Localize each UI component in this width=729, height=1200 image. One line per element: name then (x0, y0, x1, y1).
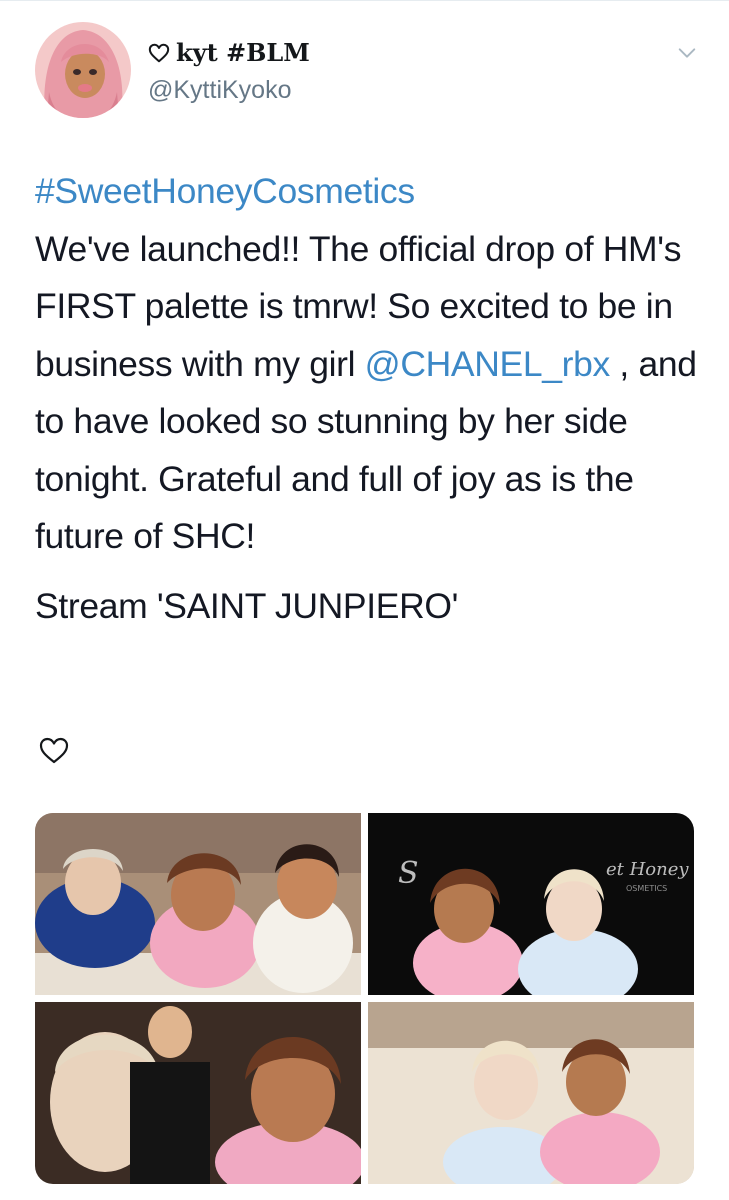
tweet-text: #SweetHoneyCosmetics We've launched!! Th… (35, 163, 705, 635)
media-photo-1[interactable] (35, 813, 361, 995)
author-name-row[interactable]: kyt #BLM (148, 38, 310, 67)
avatar[interactable] (35, 22, 131, 118)
media-photo-4[interactable] (368, 1002, 694, 1184)
stream-line: Stream 'SAINT JUNPIERO' (35, 585, 459, 626)
mention-link[interactable]: @CHANEL_rbx (365, 344, 611, 384)
chevron-down-icon[interactable] (676, 42, 698, 64)
like-button[interactable] (38, 735, 70, 765)
display-name: kyt #BLM (176, 38, 310, 67)
photo-ballroom-trio (35, 813, 361, 995)
watermark-sub: OSMETICS (626, 884, 667, 893)
media-photo-3[interactable] (35, 1002, 361, 1184)
user-handle[interactable]: @KyttiKyoko (148, 76, 291, 105)
photo-hallway-duo (368, 1002, 694, 1184)
watermark-left: S (398, 856, 419, 891)
photo-logo-backdrop: S et Honey OSMETICS (368, 813, 694, 995)
heart-outline-icon (148, 43, 170, 62)
watermark-right: et Honey (606, 859, 689, 880)
media-photo-2[interactable]: S et Honey OSMETICS (368, 813, 694, 995)
avatar-image (35, 22, 131, 118)
photo-couple-closeup (35, 1002, 361, 1184)
hashtag-link[interactable]: #SweetHoneyCosmetics (35, 171, 415, 211)
media-grid: S et Honey OSMETICS (35, 813, 694, 1184)
top-divider (0, 0, 729, 1)
